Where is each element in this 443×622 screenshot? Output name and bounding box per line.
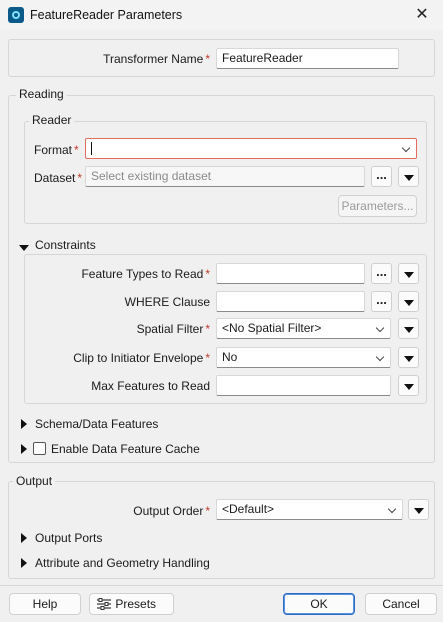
dropdown-arrow-icon [413, 507, 424, 514]
attr-geometry-toggle[interactable] [21, 557, 27, 571]
spatial-filter-label: Spatial Filter * [136, 322, 210, 336]
clip-envelope-label: Clip to Initiator Envelope * [73, 351, 210, 365]
format-label: Format * [34, 143, 79, 157]
reading-title: Reading [16, 87, 67, 101]
clip-envelope-select[interactable]: No [216, 347, 391, 368]
cache-toggle[interactable] [21, 443, 27, 457]
output-order-select[interactable]: <Default> [216, 499, 403, 520]
footer-divider [0, 585, 443, 586]
collapsed-arrow-icon [21, 419, 27, 429]
presets-icon [97, 597, 111, 610]
ok-button[interactable]: OK [283, 593, 355, 615]
collapsed-arrow-icon [21, 444, 27, 454]
enable-cache-checkbox[interactable] [33, 442, 46, 455]
dropdown-arrow-icon [403, 355, 414, 362]
collapsed-arrow-icon [21, 533, 27, 543]
output-ports-title[interactable]: Output Ports [35, 531, 102, 545]
cancel-button[interactable]: Cancel [365, 593, 437, 615]
output-ports-toggle[interactable] [21, 532, 27, 546]
close-icon[interactable]: ✕ [412, 5, 432, 25]
feature-types-browse-button[interactable]: ... [371, 263, 392, 284]
where-clause-label: WHERE Clause [124, 295, 210, 309]
expanded-arrow-icon [19, 245, 29, 251]
max-features-label: Max Features to Read [91, 379, 210, 393]
collapsed-arrow-icon [21, 558, 27, 568]
transformer-name-label: Transformer Name * [103, 52, 210, 66]
output-order-label: Output Order * [133, 504, 210, 518]
dataset-input[interactable]: Select existing dataset [85, 166, 365, 187]
max-features-options-button[interactable] [398, 375, 419, 396]
app-icon [8, 7, 24, 23]
feature-types-label: Feature Types to Read * [81, 267, 210, 281]
dropdown-arrow-icon [403, 326, 414, 333]
enable-cache-label[interactable]: Enable Data Feature Cache [51, 442, 200, 456]
feature-types-input[interactable] [216, 263, 365, 284]
dataset-options-button[interactable] [398, 166, 419, 187]
dataset-browse-button[interactable]: ... [371, 166, 392, 187]
output-order-options-button[interactable] [408, 499, 429, 520]
constraints-title[interactable]: Constraints [35, 238, 96, 252]
dataset-label: Dataset * [34, 171, 83, 185]
attr-geometry-title[interactable]: Attribute and Geometry Handling [35, 556, 210, 570]
output-title: Output [13, 474, 56, 488]
dropdown-arrow-icon [403, 383, 414, 390]
spatial-filter-select[interactable]: <No Spatial Filter> [216, 318, 391, 339]
transformer-name-input[interactable]: FeatureReader [216, 48, 399, 69]
where-clause-input[interactable] [216, 291, 365, 312]
reader-title: Reader [29, 113, 75, 127]
schema-toggle[interactable] [21, 418, 27, 432]
spatial-filter-options-button[interactable] [398, 318, 419, 339]
window-title: FeatureReader Parameters [30, 8, 183, 22]
dropdown-arrow-icon [403, 271, 414, 278]
parameters-button[interactable]: Parameters... [338, 195, 417, 217]
presets-button[interactable]: Presets [89, 593, 174, 615]
schema-data-features-title[interactable]: Schema/Data Features [35, 417, 158, 431]
dropdown-arrow-icon [403, 174, 414, 181]
dropdown-arrow-icon [403, 299, 414, 306]
max-features-input[interactable] [216, 375, 391, 396]
where-clause-browse-button[interactable]: ... [371, 291, 392, 312]
feature-types-options-button[interactable] [398, 263, 419, 284]
constraints-toggle[interactable] [19, 240, 29, 254]
format-combobox[interactable] [85, 138, 417, 159]
where-clause-options-button[interactable] [398, 291, 419, 312]
help-button[interactable]: Help [9, 593, 81, 615]
clip-envelope-options-button[interactable] [398, 347, 419, 368]
presets-label: Presets [115, 597, 157, 611]
